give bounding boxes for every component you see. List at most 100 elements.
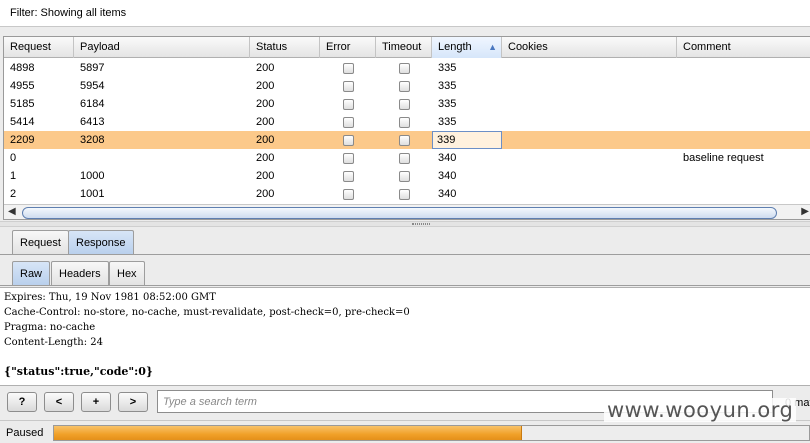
cell-payload: 3208 — [80, 134, 105, 146]
status-label: Paused — [6, 427, 44, 439]
cell-cookies — [502, 149, 677, 167]
column-header-request[interactable]: Request — [4, 37, 74, 58]
checkbox-error[interactable] — [343, 153, 354, 164]
checkbox-timeout[interactable] — [399, 81, 410, 92]
cell-payload: 1001 — [80, 188, 105, 200]
checkbox-error[interactable] — [343, 63, 354, 74]
cell-status: 200 — [256, 134, 275, 146]
checkbox-timeout[interactable] — [399, 171, 410, 182]
cell-comment: baseline request — [683, 152, 764, 164]
tab-response[interactable]: Response — [68, 230, 134, 255]
cell-request: 5414 — [10, 116, 35, 128]
checkbox-error[interactable] — [343, 189, 354, 200]
table-row[interactable]: 2 1001 200 340 — [4, 185, 810, 203]
cell-comment — [677, 95, 810, 113]
cell-request: 4955 — [10, 80, 35, 92]
cell-length: 335 — [438, 80, 457, 92]
column-header-payload[interactable]: Payload — [74, 37, 250, 58]
pane-splitter[interactable] — [0, 221, 810, 227]
checkbox-error[interactable] — [343, 117, 354, 128]
cell-status: 200 — [256, 80, 275, 92]
status-bar: Paused — [0, 420, 810, 443]
scrollbar-thumb[interactable] — [22, 207, 777, 219]
cell-cookies — [502, 113, 677, 131]
cell-status: 200 — [256, 170, 275, 182]
column-header-cookies[interactable]: Cookies — [502, 37, 677, 58]
scroll-left-icon[interactable]: ◀ — [8, 206, 16, 217]
checkbox-error[interactable] — [343, 81, 354, 92]
header-line-content-length: Content-Length: 24 — [4, 337, 104, 348]
checkbox-timeout[interactable] — [399, 117, 410, 128]
scroll-right-icon[interactable]: ▶ — [801, 206, 809, 217]
tab-request[interactable]: Request — [12, 230, 69, 255]
cell-length: 340 — [438, 170, 457, 182]
checkbox-timeout[interactable] — [399, 153, 410, 164]
filter-bar[interactable]: Filter: Showing all items — [0, 0, 810, 27]
checkbox-error[interactable] — [343, 135, 354, 146]
cell-status: 200 — [256, 188, 275, 200]
previous-match-button[interactable]: < — [44, 392, 74, 412]
checkbox-error[interactable] — [343, 99, 354, 110]
table-row[interactable]: 2209 3208 200 339 — [4, 131, 810, 149]
cell-comment — [677, 113, 810, 131]
table-row[interactable]: 4955 5954 200 335 — [4, 77, 810, 95]
cell-request: 5185 — [10, 98, 35, 110]
cell-cookies — [502, 95, 677, 113]
cell-request: 2 — [10, 188, 17, 200]
cell-request: 1 — [10, 170, 17, 182]
results-table: Request Payload Status Error Timeout Len… — [3, 36, 810, 220]
cell-status: 200 — [256, 116, 275, 128]
header-line-pragma: Pragma: no-cache — [4, 322, 96, 333]
cell-comment — [677, 131, 810, 149]
cell-payload: 5954 — [80, 80, 105, 92]
watermark: www.wooyun.org — [604, 398, 797, 422]
header-line-expires: Expires: Thu, 19 Nov 1981 08:52:00 GMT — [4, 292, 216, 303]
add-search-button[interactable]: + — [81, 392, 111, 412]
cell-cookies — [502, 167, 677, 185]
header-line-cache-control: Cache-Control: no-store, no-cache, must-… — [4, 307, 410, 318]
cell-cookies — [502, 131, 677, 149]
splitter-grip-icon[interactable] — [412, 223, 430, 225]
column-header-length-label: Length — [438, 41, 472, 53]
checkbox-timeout[interactable] — [399, 189, 410, 200]
checkbox-timeout[interactable] — [399, 135, 410, 146]
column-header-comment[interactable]: Comment — [677, 37, 810, 58]
table-row[interactable]: 5414 6413 200 335 — [4, 113, 810, 131]
cell-request: 4898 — [10, 62, 35, 74]
tab-strip-divider — [0, 254, 810, 255]
subtab-hex[interactable]: Hex — [109, 261, 145, 286]
column-header-error[interactable]: Error — [320, 37, 376, 58]
cell-length: 335 — [438, 116, 457, 128]
cell-status: 200 — [256, 152, 275, 164]
progress-fill — [54, 426, 523, 440]
horizontal-scrollbar[interactable]: ◀ ▶ — [4, 204, 810, 219]
table-header: Request Payload Status Error Timeout Len… — [4, 37, 810, 58]
table-row[interactable]: 4898 5897 200 335 — [4, 59, 810, 77]
cell-length: 335 — [438, 98, 457, 110]
cell-status: 200 — [256, 98, 275, 110]
subtab-headers[interactable]: Headers — [51, 261, 109, 286]
column-header-length[interactable]: Length ▲ — [432, 37, 502, 58]
help-button[interactable]: ? — [7, 392, 37, 412]
table-row[interactable]: 0 200 340 baseline request — [4, 149, 810, 167]
cell-payload: 6413 — [80, 116, 105, 128]
subtab-raw[interactable]: Raw — [12, 261, 51, 286]
sort-ascending-icon: ▲ — [488, 42, 497, 52]
next-match-button[interactable]: > — [118, 392, 148, 412]
filter-text: Filter: Showing all items — [10, 7, 127, 19]
checkbox-timeout[interactable] — [399, 99, 410, 110]
cell-comment — [677, 185, 810, 203]
cell-cookies — [502, 77, 677, 95]
checkbox-error[interactable] — [343, 171, 354, 182]
subtab-strip-divider — [0, 285, 810, 286]
table-row[interactable]: 1 1000 200 340 — [4, 167, 810, 185]
response-viewer[interactable]: Expires: Thu, 19 Nov 1981 08:52:00 GMT C… — [0, 287, 810, 386]
column-header-timeout[interactable]: Timeout — [376, 37, 432, 58]
column-header-status[interactable]: Status — [250, 37, 320, 58]
table-body: 4898 5897 200 335 4955 5954 200 335 5185 6184 200 3… — [4, 59, 810, 203]
checkbox-timeout[interactable] — [399, 63, 410, 74]
cell-cookies — [502, 185, 677, 203]
cell-length: 340 — [438, 188, 457, 200]
cell-comment — [677, 77, 810, 95]
table-row[interactable]: 5185 6184 200 335 — [4, 95, 810, 113]
